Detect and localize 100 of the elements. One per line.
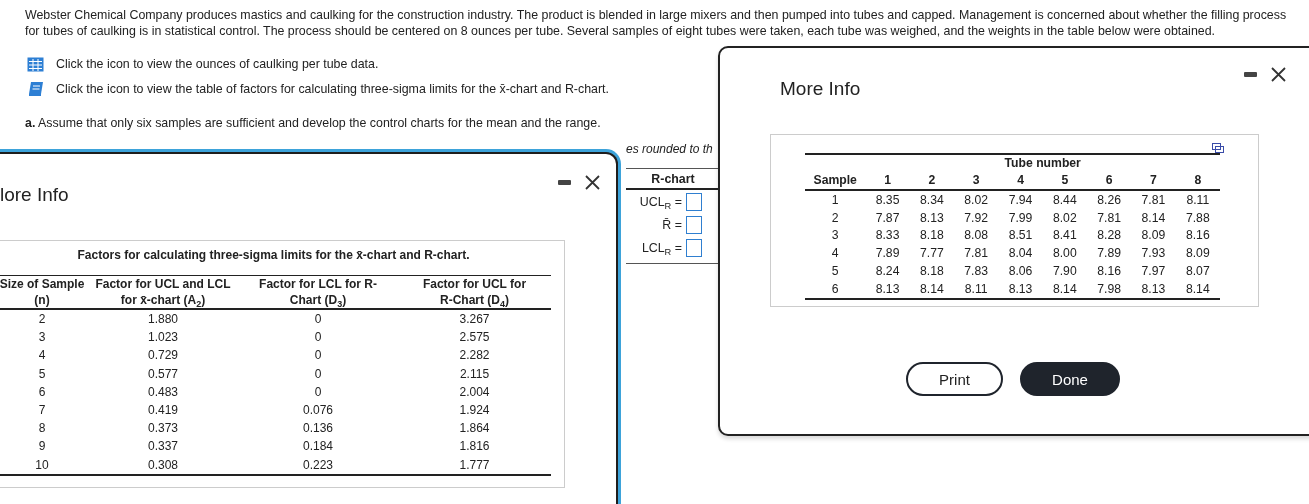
table-cell-text: 8.02 bbox=[1051, 209, 1078, 227]
column-header: Factor for UCL for R-Chart (D$_{4}$) bbox=[398, 275, 551, 309]
table-cell-text: 2.115 bbox=[458, 365, 491, 383]
table-cell-text: 8.07 bbox=[1184, 263, 1211, 280]
instruction-text: Click the icon to view the table of factors for calculating three-sigma limits for the x̄-chart and R-chart. bbox=[56, 81, 609, 97]
table-cell-text: 0.483 bbox=[147, 383, 179, 401]
table-cell: 8.02 bbox=[954, 190, 999, 209]
table-cell: 8.26 bbox=[1087, 190, 1132, 209]
table-cell: 1.880 bbox=[88, 309, 238, 329]
table-cell-text: 0.729 bbox=[147, 347, 179, 365]
print-button[interactable]: Print bbox=[906, 362, 1003, 396]
table-icon[interactable] bbox=[27, 56, 44, 72]
done-button[interactable]: Done bbox=[1020, 362, 1120, 396]
table-cell: 7.98 bbox=[1087, 280, 1132, 299]
table-cell-text: 8.14 bbox=[1140, 209, 1167, 227]
table-cell-text: 2 bbox=[830, 209, 840, 227]
table-cell-text: 8.33 bbox=[874, 227, 901, 245]
table-cell-text: 0.419 bbox=[147, 402, 179, 420]
row-label: R̄ = bbox=[662, 218, 682, 232]
column-header: 6 bbox=[1087, 172, 1132, 190]
dialog-title: lore Info bbox=[0, 184, 69, 206]
column-header: Sample bbox=[805, 172, 866, 190]
table-cell-text: 7.90 bbox=[1051, 263, 1078, 280]
table-cell-text: 8.06 bbox=[1007, 263, 1034, 280]
column-header: 5 bbox=[1042, 172, 1087, 190]
book-icon[interactable] bbox=[27, 81, 44, 97]
row-label: UCL$_{R}$ = bbox=[639, 195, 682, 209]
column-header: 8 bbox=[1175, 172, 1220, 190]
table-cell-text: 8.00 bbox=[1051, 245, 1078, 263]
column-group-header: Tube number bbox=[865, 154, 1220, 172]
close-icon[interactable] bbox=[585, 175, 600, 190]
table-cell: 8.13 bbox=[865, 280, 910, 299]
close-icon[interactable] bbox=[1271, 67, 1286, 82]
table-cell-text: 8.09 bbox=[1184, 245, 1211, 263]
table-cell-text: 8.16 bbox=[1096, 263, 1122, 280]
column-header: Factor for LCL for R-Chart (D$_{3}$) bbox=[238, 275, 398, 309]
table-cell: 3.267 bbox=[398, 309, 551, 329]
table-cell-text: 7.88 bbox=[1184, 209, 1211, 227]
instruction-text: Click the icon to view the ounces of caulking per tube data. bbox=[56, 56, 379, 72]
column-header: Size of Sample (n) bbox=[0, 275, 88, 309]
table-cell-text: 8.24 bbox=[874, 263, 901, 280]
table-cell: 7.94 bbox=[998, 190, 1043, 209]
column-header: 2 bbox=[909, 172, 955, 190]
table-cell-text: 8.28 bbox=[1096, 227, 1122, 245]
answer-box[interactable] bbox=[686, 239, 702, 257]
table-cell-text: 0.184 bbox=[302, 438, 334, 456]
table-cell: 10 bbox=[0, 455, 88, 475]
table-cell-text: 0.337 bbox=[147, 438, 179, 456]
table-caption: Factors for calculating three-sigma limits for the x̄-chart and R-chart. bbox=[76, 248, 471, 262]
table-cell: 0.308 bbox=[88, 455, 238, 475]
table-cell-text: 6 bbox=[37, 383, 47, 401]
table-cell: 8.13 bbox=[998, 280, 1043, 299]
dialog-title: More Info bbox=[780, 78, 861, 100]
table-cell-text: 8.08 bbox=[963, 227, 990, 245]
table-cell-text: 0 bbox=[313, 329, 323, 347]
table-cell: 8.44 bbox=[1042, 190, 1087, 209]
table-cell-text: 7.81 bbox=[1096, 209, 1122, 227]
table-cell-text: 7.81 bbox=[963, 245, 990, 263]
table-cell-text: 1.924 bbox=[458, 402, 491, 420]
table-cell-text: 2.004 bbox=[458, 383, 491, 401]
problem-text: Webster Chemical Company produces mastics and caulking for the construction industry. The product is blended in large mixers and then pumped into tubes and capped. Management is concerned about whether the filling process for tubes of caulking is in statistical control. The process should be centered on 8 ounces per tube. Several samples of eight tubes were taken, each tube was weighed, and the weights in the table below were obtained. bbox=[25, 7, 1287, 39]
question-text: a. Assume that only six samples are sufficient and develop the control charts for the mean and the range. bbox=[25, 115, 602, 131]
table-cell: 2 bbox=[0, 309, 88, 329]
table-cell-text: 8.16 bbox=[1184, 227, 1211, 245]
table-cell: 8.11 bbox=[954, 280, 999, 299]
table-cell-text: 9 bbox=[37, 438, 47, 456]
expand-icon[interactable] bbox=[1212, 143, 1224, 153]
table-cell-text: 0.577 bbox=[147, 365, 179, 383]
table-cell-text: 0.076 bbox=[302, 402, 334, 420]
answer-box[interactable] bbox=[686, 216, 702, 234]
table-cell-text: 1.816 bbox=[458, 438, 491, 456]
table-cell-text: 3 bbox=[830, 227, 840, 245]
table-cell-text: 7 bbox=[37, 402, 47, 420]
table-cell-text: 7.89 bbox=[1096, 245, 1122, 263]
table-cell-text: 8.18 bbox=[919, 263, 945, 280]
answer-box[interactable] bbox=[686, 193, 702, 211]
table-cell-text: 1.864 bbox=[458, 420, 491, 438]
table-cell: 8.13 bbox=[1131, 280, 1176, 299]
minimize-icon[interactable] bbox=[1244, 72, 1257, 77]
table-cell: 7.81 bbox=[1131, 190, 1176, 209]
table-cell: 1 bbox=[805, 190, 866, 209]
table-cell-text: 7.89 bbox=[874, 245, 901, 263]
table-cell-text: 2.282 bbox=[458, 347, 491, 365]
column-header: 1 bbox=[865, 172, 910, 190]
table-cell-text: 7.77 bbox=[919, 245, 945, 263]
table-cell: 8.14 bbox=[1175, 280, 1220, 299]
table-cell: 0 bbox=[238, 309, 398, 329]
table-cell-text: 7.93 bbox=[1140, 245, 1167, 263]
row-label: LCL$_{R}$ = bbox=[641, 241, 682, 255]
table-cell: 1.777 bbox=[398, 455, 551, 475]
table-cell-text: 0 bbox=[313, 365, 323, 383]
table-cell-text: 5 bbox=[830, 263, 840, 280]
table-cell-text: 8.13 bbox=[919, 209, 945, 227]
table-cell-text: 0 bbox=[313, 347, 323, 365]
table-cell: 0.223 bbox=[238, 455, 398, 475]
table-cell-text: 4 bbox=[37, 347, 47, 365]
note-text: es rounded to th bbox=[626, 142, 714, 156]
table-cell-text: 5 bbox=[37, 365, 47, 383]
column-header: 7 bbox=[1131, 172, 1176, 190]
minimize-icon[interactable] bbox=[558, 180, 571, 185]
